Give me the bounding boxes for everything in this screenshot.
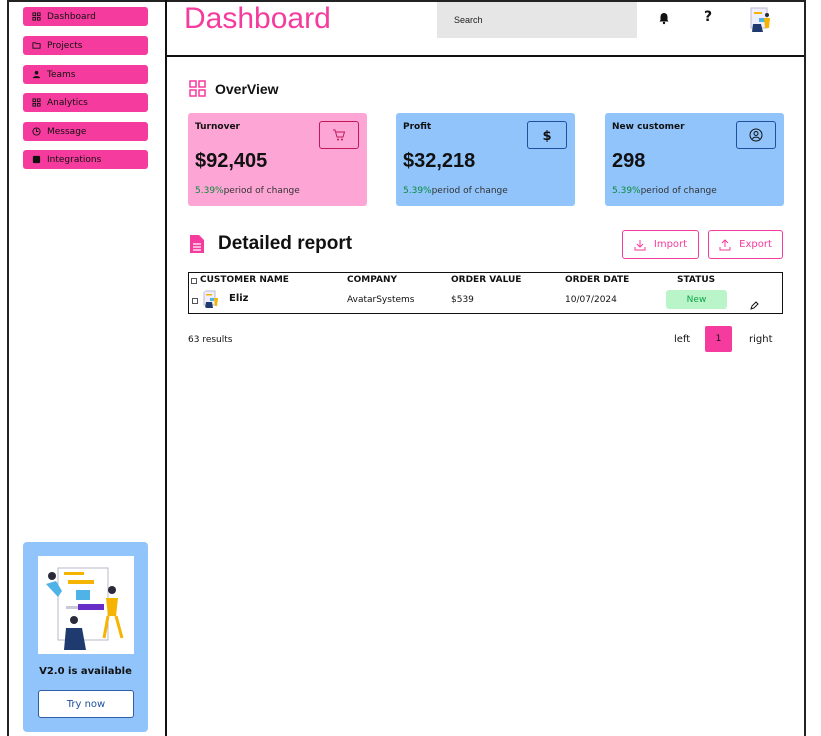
card-change: 5.39%period of change xyxy=(612,186,717,196)
change-percent: 5.39% xyxy=(195,186,224,196)
sidebar-item-projects[interactable]: Projects xyxy=(23,36,148,55)
change-text: period of change xyxy=(640,186,717,196)
sidebar-item-integrations[interactable]: Integrations xyxy=(23,150,148,169)
overview-header: OverView xyxy=(189,80,279,97)
team-icon xyxy=(31,70,41,80)
card-change: 5.39%period of change xyxy=(403,186,508,196)
sidebar-item-label: Message xyxy=(47,126,87,137)
change-text: period of change xyxy=(223,186,300,196)
report-table: CUSTOMER NAME COMPANY ORDER VALUE ORDER … xyxy=(188,272,783,314)
folder-icon xyxy=(31,41,41,51)
change-percent: 5.39% xyxy=(403,186,432,196)
search-input[interactable] xyxy=(437,2,637,38)
card-value: $92,405 xyxy=(195,150,268,172)
upgrade-promo: V2.0 is available Try now xyxy=(23,542,148,732)
row-checkbox[interactable] xyxy=(192,298,198,304)
sidebar-item-label: Teams xyxy=(47,69,76,80)
help-icon[interactable]: ? xyxy=(704,9,712,25)
clock-icon xyxy=(31,127,41,137)
export-label: Export xyxy=(739,239,772,250)
grid-icon xyxy=(31,12,41,22)
promo-illustration xyxy=(38,556,134,654)
card-label: Turnover xyxy=(195,122,240,132)
sidebar: Dashboard Projects Teams Analytics Messa… xyxy=(9,2,165,736)
cart-icon[interactable] xyxy=(319,121,359,149)
new-customer-card: New customer 298 5.39%period of change xyxy=(605,113,784,206)
report-header: Detailed report xyxy=(189,233,352,255)
report-title: Detailed report xyxy=(218,233,353,254)
sidebar-item-label: Integrations xyxy=(47,154,102,165)
column-header: ORDER VALUE xyxy=(451,275,522,285)
sidebar-divider xyxy=(165,0,167,736)
overview-title: OverView xyxy=(215,80,279,97)
puzzle-icon xyxy=(31,155,41,165)
edit-icon[interactable] xyxy=(750,295,759,310)
pagination-right[interactable]: right xyxy=(749,334,773,345)
turnover-card: Turnover $92,405 5.39%period of change xyxy=(188,113,367,206)
status-badge: New xyxy=(666,290,727,309)
dollar-icon[interactable]: $ xyxy=(527,121,567,149)
card-label: Profit xyxy=(403,122,432,132)
change-percent: 5.39% xyxy=(612,186,641,196)
order-value-cell: $539 xyxy=(451,295,474,305)
export-button[interactable]: Export xyxy=(708,230,783,259)
sidebar-item-label: Dashboard xyxy=(47,11,96,22)
sidebar-item-message[interactable]: Message xyxy=(23,122,148,141)
bell-icon[interactable] xyxy=(657,10,671,25)
sidebar-item-label: Projects xyxy=(47,40,83,51)
card-value: 298 xyxy=(612,150,646,172)
column-header: STATUS xyxy=(677,275,716,285)
document-icon xyxy=(190,235,204,253)
sidebar-item-label: Analytics xyxy=(47,97,88,108)
customer-avatar xyxy=(201,289,221,309)
column-header: ORDER DATE xyxy=(565,275,630,285)
svg-text:$: $ xyxy=(542,129,551,142)
sidebar-item-analytics[interactable]: Analytics xyxy=(23,93,148,112)
column-header: CUSTOMER NAME xyxy=(200,275,289,285)
upload-icon xyxy=(719,238,731,250)
header: Dashboard ? xyxy=(167,2,804,57)
page-title: Dashboard xyxy=(184,2,331,35)
sidebar-item-teams[interactable]: Teams xyxy=(23,65,148,84)
company-cell: AvatarSystems xyxy=(347,295,415,305)
results-count: 63 results xyxy=(188,335,233,345)
card-value: $32,218 xyxy=(403,150,476,172)
import-button[interactable]: Import xyxy=(622,230,699,259)
card-change: 5.39%period of change xyxy=(195,186,300,196)
try-now-button[interactable]: Try now xyxy=(38,690,134,718)
select-all-checkbox[interactable] xyxy=(191,278,197,284)
customer-name: Eliz xyxy=(229,293,249,304)
change-text: period of change xyxy=(431,186,508,196)
profit-card: Profit $ $32,218 5.39%period of change xyxy=(396,113,575,206)
pagination-left[interactable]: left xyxy=(674,334,690,345)
download-icon xyxy=(634,239,646,250)
analytics-icon xyxy=(31,98,41,108)
promo-title: V2.0 is available xyxy=(39,666,132,677)
avatar[interactable] xyxy=(745,4,775,34)
order-date-cell: 10/07/2024 xyxy=(565,295,617,305)
sidebar-item-dashboard[interactable]: Dashboard xyxy=(23,7,148,26)
user-icon[interactable] xyxy=(736,121,776,149)
overview-grid-icon xyxy=(189,80,206,97)
column-header: COMPANY xyxy=(347,275,397,285)
import-label: Import xyxy=(653,239,688,250)
card-label: New customer xyxy=(612,122,685,132)
pagination-current-page[interactable]: 1 xyxy=(705,326,732,352)
